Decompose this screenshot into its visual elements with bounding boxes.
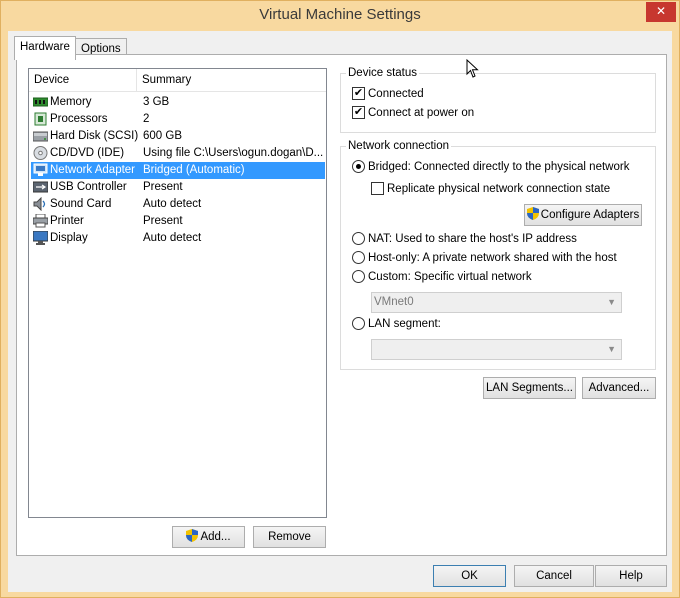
replicate-state-checkbox[interactable] [371,182,384,195]
connect-at-power-on-label[interactable]: Connect at power on [368,106,474,120]
hard-disk-icon [33,131,48,142]
cd-dvd-icon [33,146,48,160]
connected-checkbox[interactable]: ✔ [352,87,365,100]
mouse-cursor-icon [466,59,479,78]
column-header-summary[interactable]: Summary [142,74,191,86]
device-name: Printer [50,215,84,227]
cancel-button[interactable]: Cancel [514,565,594,587]
device-row-memory[interactable]: Memory 3 GB [31,94,325,111]
remove-device-button[interactable]: Remove [253,526,326,548]
add-device-button[interactable]: Add... [172,526,245,548]
add-button-label: Add... [200,531,231,543]
chevron-down-icon: ▼ [607,344,616,354]
dialog-client-area: Hardware Options Device Summary Memory 3… [8,31,672,592]
vm-settings-window: Virtual Machine Settings ✕ Hardware Opti… [0,0,680,598]
tab-hardware[interactable]: Hardware [14,36,76,60]
lan-segment-select[interactable]: ▼ [371,339,622,360]
configure-adapters-label: Configure Adapters [540,209,640,221]
device-row-sound-card[interactable]: Sound Card Auto detect [31,196,325,213]
device-row-network-adapter[interactable]: Network Adapter Bridged (Automatic) [31,162,325,179]
device-name: Sound Card [50,198,112,210]
device-list-header: Device Summary [29,69,326,92]
bridged-radio[interactable] [352,160,365,173]
custom-radio[interactable] [352,270,365,283]
close-icon: ✕ [655,4,667,18]
device-summary: Present [143,215,183,227]
device-row-usb-controller[interactable]: USB Controller Present [31,179,325,196]
bridged-label[interactable]: Bridged: Connected directly to the physi… [368,160,629,174]
custom-label[interactable]: Custom: Specific virtual network [368,270,532,284]
printer-icon [33,214,48,228]
ok-button[interactable]: OK [433,565,506,587]
configure-adapters-button[interactable]: Configure Adapters [524,204,642,226]
device-summary: 3 GB [143,96,170,108]
network-adapter-icon [33,163,48,176]
device-row-hard-disk[interactable]: Hard Disk (SCSI) 600 GB [31,128,325,145]
device-summary: Present [143,181,183,193]
check-icon: ✔ [353,87,364,99]
radio-selected-dot [356,164,361,169]
device-summary: Auto detect [143,232,202,244]
host-only-radio[interactable] [352,251,365,264]
device-summary: Bridged (Automatic) [143,164,245,176]
column-header-device[interactable]: Device [34,74,69,86]
device-summary: 600 GB [143,130,182,142]
device-summary: Using file C:\Users\ogun.dogan\D... [143,147,323,159]
connect-at-power-on-checkbox[interactable]: ✔ [352,106,365,119]
column-separator[interactable] [136,69,137,91]
check-icon: ✔ [353,106,364,118]
device-name: USB Controller [50,181,127,193]
device-row-printer[interactable]: Printer Present [31,213,325,230]
lan-segments-button[interactable]: LAN Segments... [483,377,576,399]
sound-card-icon [33,197,46,211]
chevron-down-icon: ▼ [607,297,616,307]
network-connection-group: Network connection Bridged: Connected di… [340,139,656,370]
device-summary: Auto detect [143,198,202,210]
device-name: Hard Disk (SCSI) [50,130,139,142]
connected-label[interactable]: Connected [368,87,424,101]
memory-icon [33,97,48,107]
uac-shield-icon [526,207,539,220]
device-status-title: Device status [346,66,420,80]
hardware-tab-panel: Device Summary Memory 3 GB Processors 2 … [16,54,667,556]
custom-network-value: VMnet0 [374,296,414,308]
device-name: CD/DVD (IDE) [50,147,125,159]
nat-label[interactable]: NAT: Used to share the host's IP address [368,232,577,246]
network-connection-title: Network connection [346,139,451,153]
advanced-button[interactable]: Advanced... [582,377,656,399]
uac-shield-icon [186,529,199,542]
device-row-display[interactable]: Display Auto detect [31,230,325,247]
processor-icon [34,112,47,126]
custom-network-select[interactable]: VMnet0 ▼ [371,292,622,313]
device-name: Display [50,232,88,244]
device-name: Network Adapter [50,164,136,176]
replicate-state-label[interactable]: Replicate physical network connection st… [387,182,610,196]
lan-segment-label[interactable]: LAN segment: [368,317,441,331]
close-button[interactable]: ✕ [646,2,676,22]
device-name: Memory [50,96,92,108]
device-list[interactable]: Device Summary Memory 3 GB Processors 2 … [28,68,327,518]
usb-icon [33,181,48,193]
device-status-group: Device status ✔ Connected ✔ Connect at p… [340,66,656,133]
display-icon [33,231,48,245]
lan-segment-radio[interactable] [352,317,365,330]
host-only-label[interactable]: Host-only: A private network shared with… [368,251,617,265]
nat-radio[interactable] [352,232,365,245]
device-row-cd-dvd[interactable]: CD/DVD (IDE) Using file C:\Users\ogun.do… [31,145,325,162]
window-title: Virtual Machine Settings [259,6,421,23]
device-row-processors[interactable]: Processors 2 [31,111,325,128]
device-summary: 2 [143,113,150,125]
device-name: Processors [50,113,108,125]
help-button[interactable]: Help [595,565,667,587]
